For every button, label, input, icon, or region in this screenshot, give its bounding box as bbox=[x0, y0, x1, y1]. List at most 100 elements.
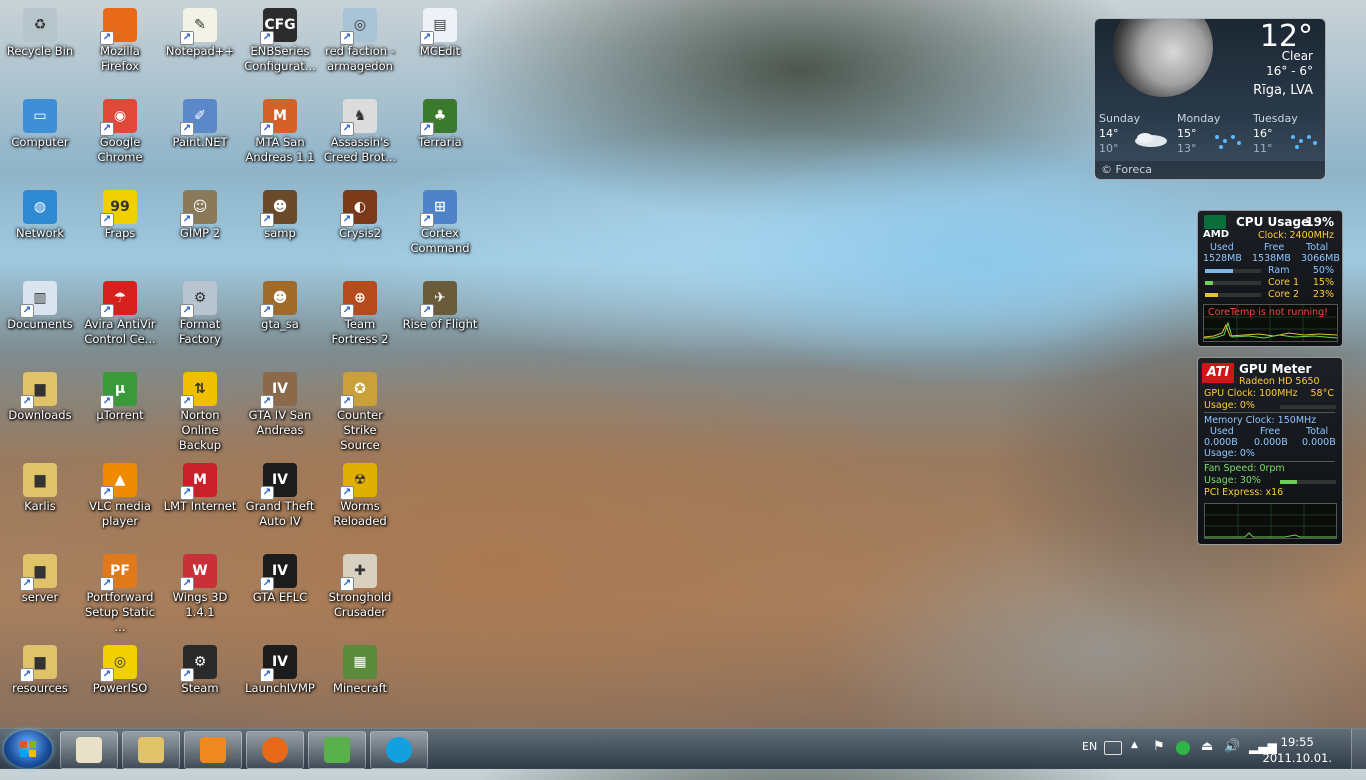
shortcut-arrow-icon: ↗ bbox=[180, 668, 194, 682]
desktop-icon[interactable]: ▆ Karlis bbox=[0, 457, 80, 545]
show-desktop-button[interactable] bbox=[1351, 729, 1366, 769]
desktop-icon-label: Wings 3D 1.4.1 bbox=[172, 590, 228, 619]
start-button[interactable] bbox=[4, 730, 52, 768]
desktop-icon[interactable]: ✐ ↗ Paint.NET bbox=[160, 93, 240, 181]
documents-icon: ▥ ↗ bbox=[20, 281, 57, 318]
cpu-usage-gadget[interactable]: AMD CPU Usage 19% Clock: 2400MHz Used Fr… bbox=[1197, 210, 1343, 347]
desktop-icon[interactable]: ▤ ↗ MCEdit bbox=[400, 2, 480, 90]
desktop-icon[interactable]: ✚ ↗ Stronghold Crusader bbox=[320, 548, 400, 636]
skype-icon bbox=[386, 737, 412, 763]
desktop-icon[interactable]: ☻ ↗ gta_sa bbox=[240, 275, 320, 363]
volume-icon[interactable]: 🔊 bbox=[1224, 739, 1240, 779]
desktop-icon[interactable]: ◐ ↗ Crysis2 bbox=[320, 184, 400, 272]
safely-remove-icon[interactable]: ⏏ bbox=[1201, 739, 1213, 779]
desktop-icon[interactable]: ♣ ↗ Terraria bbox=[400, 93, 480, 181]
taskbar-button-notepad[interactable] bbox=[60, 731, 118, 769]
desktop-icon[interactable]: ↗ Mozilla Firefox bbox=[80, 2, 160, 90]
desktop-icon[interactable]: ☂ ↗ Avira AntiVir Control Ce... bbox=[80, 275, 160, 363]
shortcut-arrow-icon: ↗ bbox=[100, 31, 114, 45]
shortcut-arrow-icon: ↗ bbox=[100, 486, 114, 500]
keyboard-icon[interactable] bbox=[1104, 741, 1122, 755]
desktop-icon[interactable]: 99 ↗ Fraps bbox=[80, 184, 160, 272]
recycle-bin-icon: ♻ bbox=[23, 8, 57, 42]
weather-provider[interactable]: © Foreca bbox=[1095, 161, 1325, 179]
taskbar-button-messenger[interactable] bbox=[308, 731, 366, 769]
taskbar-button-firefox[interactable] bbox=[246, 731, 304, 769]
shortcut-arrow-icon: ↗ bbox=[260, 122, 274, 136]
desktop-icon[interactable]: ✈ ↗ Rise of Flight bbox=[400, 275, 480, 363]
desktop-icon[interactable]: ▲ ↗ VLC media player bbox=[80, 457, 160, 545]
taskbar-button-media-player[interactable] bbox=[184, 731, 242, 769]
cpu-clock-value: 2400MHz bbox=[1289, 230, 1334, 241]
shortcut-arrow-icon: ↗ bbox=[180, 213, 194, 227]
desktop-icon[interactable]: ☢ ↗ Worms Reloaded bbox=[320, 457, 400, 545]
desktop-icon[interactable]: ☻ ↗ samp bbox=[240, 184, 320, 272]
desktop-icon[interactable]: ▆ ↗ Downloads bbox=[0, 366, 80, 454]
desktop-icon[interactable]: IV ↗ LaunchIVMP bbox=[240, 639, 320, 727]
avira-icon: ☂ ↗ bbox=[100, 281, 137, 318]
desktop-icon[interactable]: ♞ ↗ Assassin's Creed Brot... bbox=[320, 93, 400, 181]
desktop-icon[interactable]: ⊞ ↗ Cortex Command bbox=[400, 184, 480, 272]
desktop-icon[interactable]: ◎ ↗ PowerISO bbox=[80, 639, 160, 727]
utorrent-icon: µ ↗ bbox=[100, 372, 137, 409]
desktop-icon[interactable]: ⊕ ↗ Team Fortress 2 bbox=[320, 275, 400, 363]
desktop-icon[interactable]: µ ↗ µTorrent bbox=[80, 366, 160, 454]
taskbar-button-explorer[interactable] bbox=[122, 731, 180, 769]
gpu-clock: GPU Clock: 100MHz bbox=[1204, 388, 1298, 399]
gpu-meter-gadget[interactable]: ATI GPU Meter Radeon HD 5650 GPU Clock: … bbox=[1197, 357, 1343, 545]
taskbar-button-skype[interactable] bbox=[370, 731, 428, 769]
norton-backup-icon: ⇅ ↗ bbox=[180, 372, 217, 409]
divider bbox=[1204, 412, 1335, 413]
desktop-icon-label: Google Chrome bbox=[97, 135, 143, 164]
mem-header-total: Total bbox=[1306, 242, 1329, 253]
desktop-icon-label: Team Fortress 2 bbox=[331, 317, 389, 346]
shortcut-arrow-icon: ↗ bbox=[260, 486, 274, 500]
forecast-day: Sunday 14° 10° bbox=[1099, 111, 1173, 156]
desktop-icon[interactable]: ▆ ↗ resources bbox=[0, 639, 80, 727]
pci-express: PCI Express: x16 bbox=[1204, 487, 1284, 498]
desktop-icon[interactable]: ✪ ↗ Counter Strike Source bbox=[320, 366, 400, 454]
forecast-day-name: Monday bbox=[1177, 112, 1221, 125]
desktop-icon[interactable]: ◉ ↗ Google Chrome bbox=[80, 93, 160, 181]
desktop-icon[interactable]: M ↗ LMT Internet bbox=[160, 457, 240, 545]
desktop-icon[interactable]: ⇅ ↗ Norton Online Backup bbox=[160, 366, 240, 454]
desktop-icon[interactable]: ⚙ ↗ Format Factory bbox=[160, 275, 240, 363]
desktop-icon[interactable]: ♻ Recycle Bin bbox=[0, 2, 80, 90]
desktop-icon[interactable]: M ↗ MTA San Andreas 1.1 bbox=[240, 93, 320, 181]
desktop-icon[interactable]: ◎ ↗ red faction - armagedon bbox=[320, 2, 400, 90]
desktop-icon[interactable]: ▦ Minecraft bbox=[320, 639, 400, 727]
forecast-day-name: Tuesday bbox=[1253, 112, 1298, 125]
desktop-icon[interactable]: ▥ ↗ Documents bbox=[0, 275, 80, 363]
desktop-icon[interactable]: IV ↗ GTA EFLC bbox=[240, 548, 320, 636]
language-indicator[interactable]: EN bbox=[1082, 740, 1097, 780]
stronghold-crusader-icon: ✚ ↗ bbox=[340, 554, 377, 591]
desktop-icon[interactable]: IV ↗ Grand Theft Auto IV bbox=[240, 457, 320, 545]
action-center-flag-icon[interactable]: ⚑ bbox=[1153, 739, 1165, 779]
desktop-icon-label: GTA IV San Andreas bbox=[248, 408, 312, 437]
desktop-icon[interactable]: W ↗ Wings 3D 1.4.1 bbox=[160, 548, 240, 636]
lmt-internet-icon: M ↗ bbox=[180, 463, 217, 500]
desktop-icon[interactable]: ▆ ↗ server bbox=[0, 548, 80, 636]
desktop-icon[interactable]: ▭ Computer bbox=[0, 93, 80, 181]
shortcut-arrow-icon: ↗ bbox=[340, 31, 354, 45]
fan-usage-bar bbox=[1280, 480, 1336, 484]
shortcut-arrow-icon: ↗ bbox=[180, 577, 194, 591]
desktop-icon[interactable]: ⚙ ↗ Steam bbox=[160, 639, 240, 727]
weather-gadget[interactable]: 12° Clear 16° - 6° Rīga, LVA Sunday 14° … bbox=[1094, 18, 1326, 180]
cpu-brand: AMD bbox=[1203, 229, 1229, 240]
desktop-icon-label: Stronghold Crusader bbox=[328, 590, 392, 619]
desktop-icon[interactable]: ✎ ↗ Notepad++ bbox=[160, 2, 240, 90]
desktop-icon[interactable]: ☺ ↗ GIMP 2 bbox=[160, 184, 240, 272]
desktop-icon[interactable]: ◍ Network bbox=[0, 184, 80, 272]
show-hidden-icons-icon[interactable]: ▲ bbox=[1131, 740, 1138, 780]
gta-eflc-icon: IV ↗ bbox=[260, 554, 297, 591]
mem-used-value: 1528MB bbox=[1203, 253, 1242, 264]
computer-icon: ▭ bbox=[23, 99, 57, 133]
security-icon[interactable] bbox=[1176, 741, 1190, 755]
system-clock[interactable]: 19:55 2011.10.01. bbox=[1263, 734, 1333, 766]
desktop-icon[interactable]: CFG ↗ ENBSeries Configurat... bbox=[240, 2, 320, 90]
desktop-icon[interactable]: IV ↗ GTA IV San Andreas bbox=[240, 366, 320, 454]
desktop-icon[interactable]: PF ↗ Portforward Setup Static ... bbox=[80, 548, 160, 636]
desktop-icon-label: Steam bbox=[181, 681, 219, 695]
explorer-icon bbox=[138, 737, 164, 763]
